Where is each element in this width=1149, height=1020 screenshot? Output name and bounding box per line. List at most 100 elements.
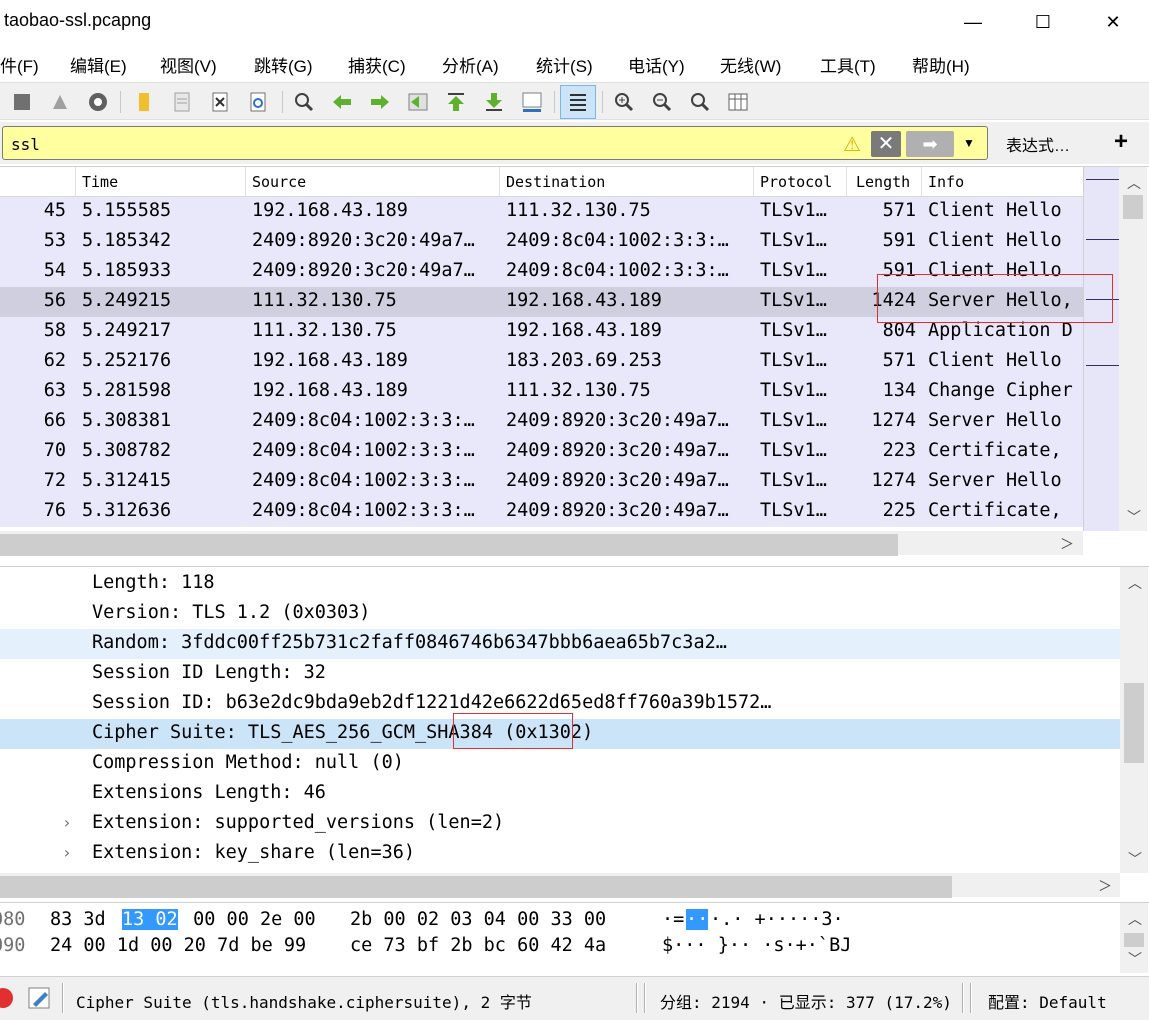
menu-edit[interactable]: 编辑(E) <box>70 52 127 77</box>
packet-row[interactable]: 63 5.281598 192.168.43.189 111.32.130.75 TLS… <box>0 377 1083 407</box>
capture-options-icon[interactable] <box>86 90 110 114</box>
menu-statistics[interactable]: 统计(S) <box>536 52 593 77</box>
packet-list-vscroll-thumb[interactable] <box>1123 195 1143 219</box>
go-first-icon[interactable] <box>444 90 468 114</box>
packet-list-hscroll-thumb[interactable] <box>0 534 898 556</box>
packet-row[interactable]: 62 5.252176 192.168.43.189 183.203.69.253 TL… <box>0 347 1083 377</box>
column-header-source[interactable]: Source <box>252 173 306 191</box>
details-hscrollbar[interactable]: ＞ <box>0 873 1120 898</box>
open-file-icon[interactable] <box>132 90 156 114</box>
detail-row[interactable]: Session ID Length: 32 <box>0 659 1120 689</box>
expand-chevron-icon[interactable]: › <box>62 813 72 832</box>
column-header-destination[interactable]: Destination <box>506 173 605 191</box>
column-header-protocol[interactable]: Protocol <box>760 173 832 191</box>
menu-go[interactable]: 跳转(G) <box>254 52 313 77</box>
packet-row[interactable]: 76 5.312636 2409:8c04:1002:3:3:… 2409:8920:… <box>0 497 1083 527</box>
zoom-out-icon[interactable] <box>650 90 674 114</box>
find-packet-icon[interactable] <box>292 90 316 114</box>
edit-comment-icon[interactable] <box>26 985 54 1011</box>
ascii-selected[interactable]: ·· <box>686 909 709 930</box>
packet-list-vscrollbar[interactable]: ︿ ﹀ <box>1119 167 1147 531</box>
expert-info-icon[interactable] <box>0 987 14 1009</box>
scroll-up-arrow[interactable]: ︿ <box>1127 173 1141 193</box>
column-header-info[interactable]: Info <box>928 173 964 191</box>
detail-row[interactable]: › Extension: supported_versions (len=2) <box>0 809 1120 839</box>
filter-history-dropdown[interactable]: ▼ <box>963 136 975 150</box>
packet-row[interactable]: 72 5.312415 2409:8c04:1002:3:3:… 2409:8920:… <box>0 467 1083 497</box>
go-back-icon[interactable] <box>330 90 354 114</box>
packet-len-cell: 1274 <box>871 410 916 431</box>
scroll-right-arrow[interactable]: ＞ <box>1098 876 1112 896</box>
apply-filter-button[interactable]: ➡ <box>906 131 954 157</box>
zoom-in-icon[interactable] <box>612 90 636 114</box>
detail-row[interactable]: › Extension: key_share (len=36) <box>0 839 1120 869</box>
scroll-up-arrow[interactable]: ︿ <box>1128 573 1142 593</box>
packet-row[interactable]: 53 5.185342 2409:8920:3c20:49a7… 2409:8c04:… <box>0 227 1083 257</box>
scroll-up-arrow[interactable]: ︿ <box>1128 909 1142 929</box>
hex-vscroll-thumb[interactable] <box>1124 933 1144 947</box>
filter-text[interactable]: ssl <box>11 135 40 154</box>
menu-wireless[interactable]: 无线(W) <box>720 52 781 77</box>
detail-text: Extension: key_share (len=36) <box>92 842 416 863</box>
details-vscroll-thumb[interactable] <box>1124 683 1144 763</box>
packet-list-header: Time Source Destination Protocol Length … <box>0 167 1083 197</box>
menu-capture[interactable]: 捕获(C) <box>348 52 406 77</box>
column-header-time[interactable]: Time <box>82 173 118 191</box>
packet-minimap[interactable] <box>1083 167 1120 531</box>
maximize-button[interactable]: ☐ <box>1020 0 1066 44</box>
packet-proto-cell: TLSv1… <box>760 260 827 281</box>
save-file-icon[interactable] <box>170 90 194 114</box>
hex-bytes-selected[interactable]: 13 02 <box>122 909 178 930</box>
go-last-icon[interactable] <box>482 90 506 114</box>
menu-analyze[interactable]: 分析(A) <box>442 52 499 77</box>
display-filter-input[interactable]: ssl ⚠ ✕ ➡ ▼ <box>2 126 988 160</box>
go-to-packet-icon[interactable] <box>406 90 430 114</box>
expression-button[interactable]: 表达式… <box>1006 132 1070 156</box>
packet-bytes: 080 83 3d 13 02 00 00 2e 00 2b 00 02 03 … <box>0 902 1149 973</box>
add-filter-button[interactable]: + <box>1114 128 1128 156</box>
colorize-icon[interactable] <box>560 85 596 119</box>
packet-proto-cell: TLSv1… <box>760 470 827 491</box>
detail-row[interactable]: Random: 3fddc00ff25b731c2faff0846746b634… <box>0 629 1120 659</box>
scroll-right-arrow[interactable]: ＞ <box>1060 534 1074 554</box>
close-button[interactable]: ✕ <box>1090 0 1136 44</box>
go-forward-icon[interactable] <box>368 90 392 114</box>
menu-file[interactable]: 件(F) <box>0 52 39 77</box>
resize-columns-icon[interactable] <box>726 90 750 114</box>
expand-chevron-icon[interactable]: › <box>62 843 72 862</box>
minimize-button[interactable]: — <box>950 0 996 44</box>
packet-no-cell: 62 <box>43 350 66 371</box>
packet-info-cell: Application D <box>928 320 1073 341</box>
menu-view[interactable]: 视图(V) <box>160 52 217 77</box>
detail-row[interactable]: Length: 118 <box>0 569 1120 599</box>
close-file-icon[interactable] <box>208 90 232 114</box>
packet-src-cell: 192.168.43.189 <box>252 200 408 221</box>
packet-time-cell: 5.308381 <box>82 410 172 431</box>
packet-list-hscrollbar[interactable]: ＞ <box>0 531 1083 556</box>
packet-row[interactable]: 70 5.308782 2409:8c04:1002:3:3:… 2409:8920:… <box>0 437 1083 467</box>
scroll-down-arrow[interactable]: ﹀ <box>1128 949 1142 969</box>
scroll-down-arrow[interactable]: ﹀ <box>1127 507 1141 527</box>
detail-row[interactable]: Extensions Length: 46 <box>0 779 1120 809</box>
hex-vscrollbar[interactable]: ︿ ﹀ <box>1120 903 1148 973</box>
menu-tools[interactable]: 工具(T) <box>820 52 876 77</box>
column-header-length[interactable]: Length <box>856 173 910 191</box>
reload-file-icon[interactable] <box>246 90 270 114</box>
autoscroll-icon[interactable] <box>520 90 544 114</box>
profile-status[interactable]: 配置: Default <box>988 989 1107 1013</box>
restart-capture-icon[interactable] <box>48 90 72 114</box>
menu-telephony[interactable]: 电话(Y) <box>628 52 685 77</box>
hex-bytes-trail: 00 00 2e 00 <box>182 909 316 930</box>
stop-capture-icon[interactable] <box>10 90 34 114</box>
detail-row[interactable]: Version: TLS 1.2 (0x0303) <box>0 599 1120 629</box>
details-hscroll-thumb[interactable] <box>0 876 952 898</box>
scroll-down-arrow[interactable]: ﹀ <box>1128 849 1142 869</box>
clear-filter-button[interactable]: ✕ <box>871 131 901 157</box>
menu-help[interactable]: 帮助(H) <box>912 52 970 77</box>
detail-row[interactable]: Compression Method: null (0) <box>0 749 1120 779</box>
details-vscrollbar[interactable]: ︿ ﹀ <box>1120 567 1148 873</box>
packet-row[interactable]: 45 5.155585 192.168.43.189 111.32.130.75 TLS… <box>0 197 1083 227</box>
packet-row[interactable]: 66 5.308381 2409:8c04:1002:3:3:… 2409:8920:… <box>0 407 1083 437</box>
zoom-normal-icon[interactable] <box>688 90 712 114</box>
packet-dst-cell: 183.203.69.253 <box>506 350 662 371</box>
